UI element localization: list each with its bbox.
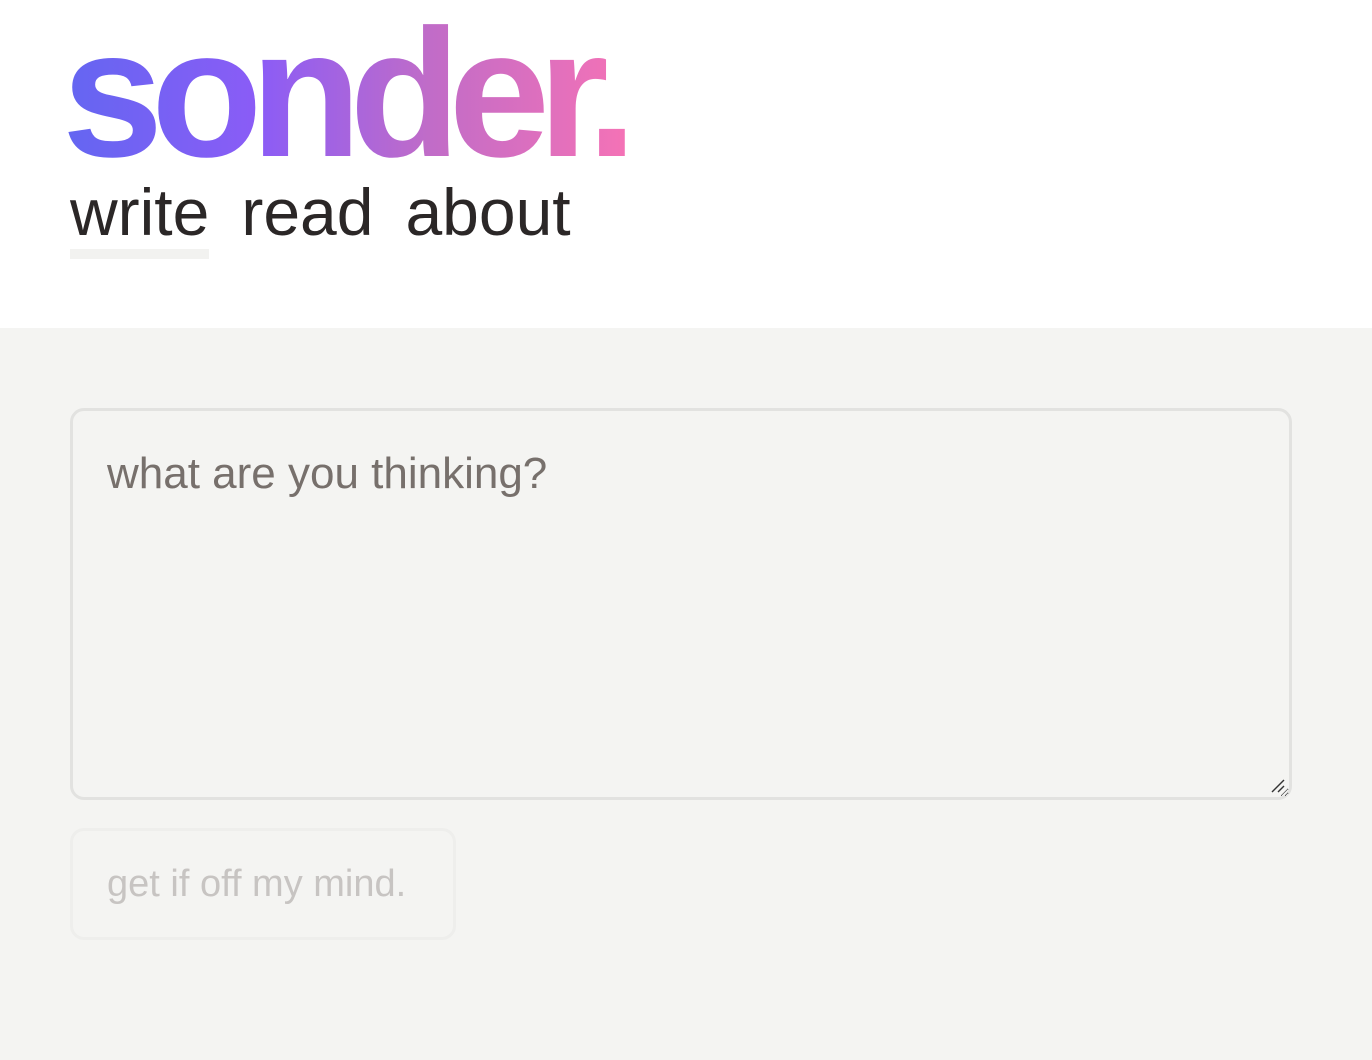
nav-link-about[interactable]: about xyxy=(405,176,570,257)
site-header: sonder. write read about xyxy=(0,0,1372,328)
nav-link-read[interactable]: read xyxy=(241,176,373,257)
submit-button[interactable]: get if off my mind. xyxy=(70,828,456,940)
site-logo[interactable]: sonder. xyxy=(62,2,637,184)
main-nav: write read about xyxy=(70,176,571,259)
nav-link-write[interactable]: write xyxy=(70,176,210,259)
resize-grip-icon[interactable] xyxy=(1269,777,1285,793)
thought-textarea[interactable] xyxy=(70,408,1292,800)
